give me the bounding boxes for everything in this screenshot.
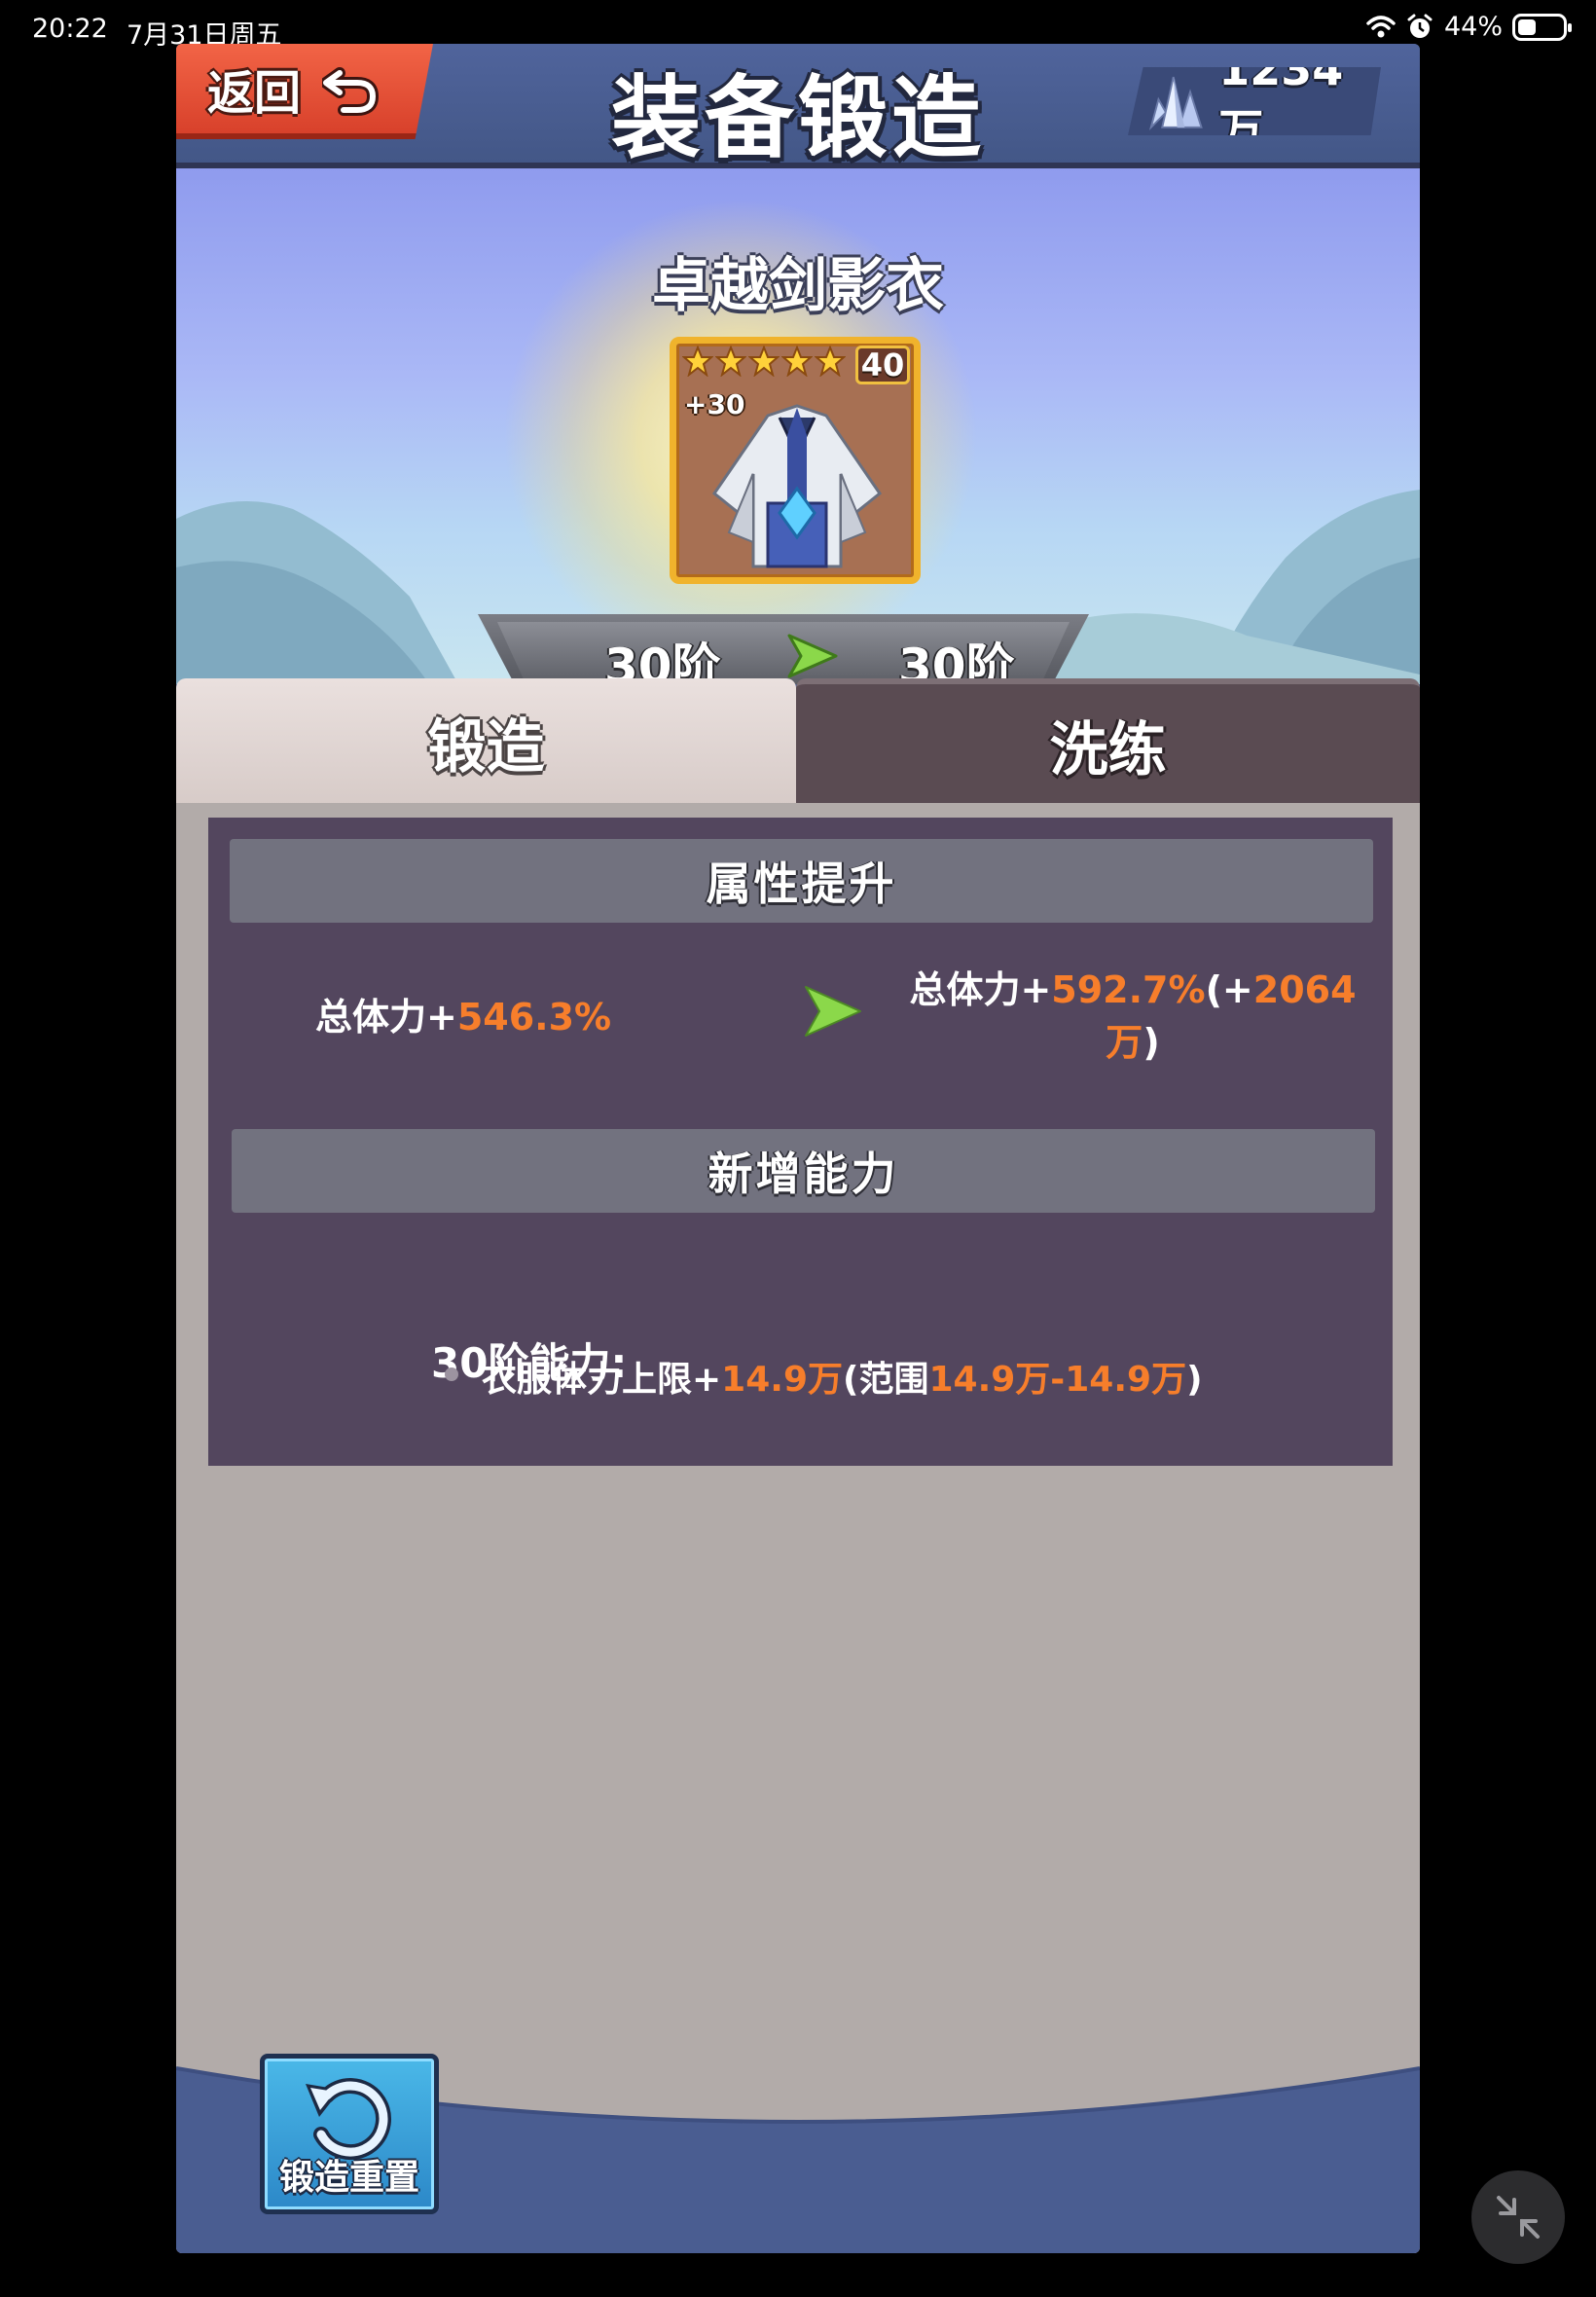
ability-text: 衣服体力上限+14.9万(范围14.9万-14.9万) [482,1351,1203,1402]
ability-prefix: 衣服体力上限+ [482,1360,722,1400]
collapse-button[interactable] [1471,2170,1565,2264]
next-stat-close: ) [1143,1021,1160,1064]
rank-bar: 30阶 30阶 [478,614,1089,684]
status-right: 44% [1366,12,1572,42]
status-time: 20:22 [32,14,108,44]
star-icon [815,346,846,377]
reset-label: 锻造重置 [278,2158,419,2198]
current-stat-value: 546.3% [456,996,612,1039]
ability-value: 14.9万 [721,1360,843,1400]
section-header-attributes: 属性提升 [230,839,1373,923]
next-stat-bonus-unit: 万 [1106,1021,1143,1064]
star-icon [748,346,780,377]
battery-percent: 44% [1443,12,1503,42]
battery-icon [1512,13,1572,41]
collapse-arrows-icon [1497,2196,1540,2239]
section-header-abilities: 新增能力 [232,1129,1375,1213]
star-icon [715,346,746,377]
ability-range-open: (范围 [843,1360,929,1400]
rank-bar-inner: 30阶 30阶 [497,622,1070,684]
ability-range-close: ) [1186,1360,1203,1400]
crystal-icon [1148,76,1203,131]
ability-range-max: 14.9万 [1065,1360,1187,1400]
next-stat-bonus: 2064 [1252,968,1357,1011]
item-level: 40 [855,346,910,384]
star-icon [682,346,713,377]
tab-forge[interactable]: 锻造 [176,678,796,805]
game-window: 返回 装备锻造 1234万 卓越剑影衣 40 +30 30阶 30阶 锻造 洗练… [176,44,1420,2253]
arrow-right-icon [805,986,861,1037]
arrow-right-icon [787,634,838,678]
star-icon [781,346,813,377]
item-showcase: 卓越剑影衣 40 +30 30阶 30阶 [176,168,1420,684]
top-bar: 返回 装备锻造 1234万 [176,44,1420,170]
item-name: 卓越剑影衣 [652,252,944,320]
tab-refine[interactable]: 洗练 [796,678,1420,805]
alarm-icon [1407,14,1433,38]
robe-icon [711,404,883,568]
current-stat: 总体力+546.3% [315,991,611,1043]
next-stat: 总体力+592.7%(+2064 万) [909,964,1357,1069]
rank-to: 30阶 [898,638,1015,684]
next-stat-open: (+ [1205,968,1253,1011]
wifi-icon [1366,15,1396,37]
ability-range-sep: - [1050,1360,1066,1400]
item-stars [682,346,846,377]
currency-display: 1234万 [1128,67,1381,135]
next-stat-value: 592.7% [1051,968,1206,1011]
rank-from: 30阶 [604,638,721,684]
bullet-icon [445,1367,458,1381]
forge-reset-button[interactable]: 锻造重置 [260,2054,439,2214]
item-card[interactable]: 40 +30 [670,337,921,584]
next-stat-label: 总体力+ [909,968,1052,1011]
current-stat-label: 总体力+ [315,996,457,1039]
ability-range-min: 14.9万 [928,1360,1051,1400]
